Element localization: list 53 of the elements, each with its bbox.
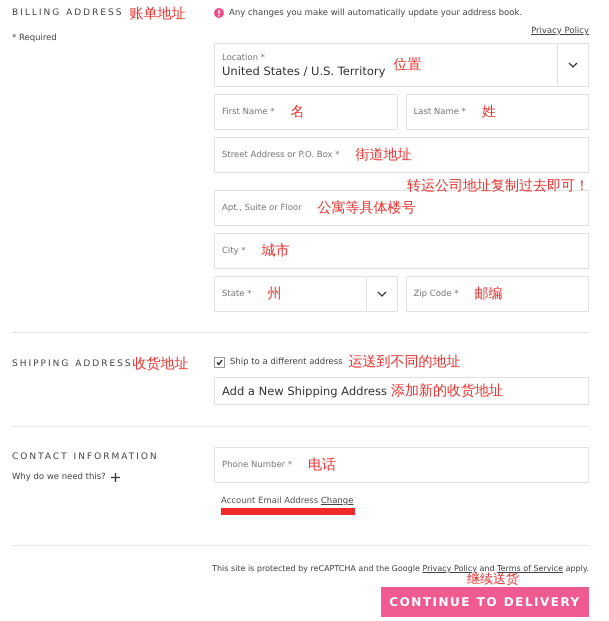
alert-icon <box>214 8 224 18</box>
field-label: Last Name * <box>414 107 466 117</box>
chevron-down-icon <box>376 291 386 297</box>
annotation: 收货地址 <box>132 355 189 373</box>
privacy-policy-link[interactable]: Privacy Policy <box>531 26 589 36</box>
annotation: 继续送货 <box>467 573 519 587</box>
privacy-policy-link[interactable]: Privacy Policy <box>422 564 477 573</box>
field-label: First Name * <box>222 107 275 117</box>
field-label: City * <box>222 246 246 256</box>
required-note: * Required <box>12 33 58 43</box>
help-link[interactable]: Why do we need this? <box>12 472 106 482</box>
annotation: 邮编 <box>474 285 502 303</box>
annotation: 城市 <box>262 242 290 260</box>
field-label: Zip Code * <box>414 289 458 299</box>
field-label: Location * <box>222 52 266 62</box>
check-icon <box>216 358 223 366</box>
annotation: 运送到不同的地址 <box>348 353 461 371</box>
input-field[interactable]: First Name * 名 <box>214 94 398 130</box>
annotation: 添加新的收货地址 <box>390 382 503 400</box>
input-field[interactable]: Phone Number * 电话 <box>214 447 589 483</box>
annotation: 公寓等具体楼号 <box>318 199 416 217</box>
field-label: Street Address or P.O. Box * <box>222 150 340 160</box>
section-heading: BILLING ADDRESS <box>12 8 124 18</box>
input-field[interactable]: Street Address or P.O. Box * 街道地址 <box>214 137 589 173</box>
section-heading: SHIPPING ADDRESS <box>12 359 133 369</box>
ship-checkbox[interactable]: Ship to a different address <box>214 356 343 368</box>
annotation: 街道地址 <box>356 146 412 164</box>
field-value: United States / U.S. Territory <box>222 64 386 78</box>
section-heading: CONTACT INFORMATION <box>12 452 160 462</box>
annotation: 账单地址 <box>129 5 186 23</box>
select-field[interactable]: State * 州 <box>214 276 398 312</box>
input-field[interactable]: City * 城市 <box>214 233 589 269</box>
change-link[interactable]: Change <box>320 496 354 506</box>
annotation: 州 <box>267 285 282 303</box>
chevron-down-icon <box>568 62 578 68</box>
input-field[interactable]: Last Name * 姓 <box>406 94 589 130</box>
terms-link[interactable]: Terms of Service <box>497 564 564 573</box>
annotation: 名 <box>290 103 305 121</box>
notice-text: Any changes you make will automatically update your address book. <box>229 8 522 18</box>
shipping-address-select[interactable]: Add a New Shipping Address 添加新的收货地址 <box>214 377 589 405</box>
field-label: Apt., Suite or Floor <box>222 203 302 213</box>
input-field[interactable]: Zip Code * 邮编 <box>406 276 589 312</box>
annotation: 姓 <box>482 103 496 121</box>
annotation: 电话 <box>308 456 336 474</box>
plus-icon[interactable] <box>110 472 120 482</box>
select-field[interactable]: Location * United States / U.S. Territory 位置 <box>214 43 589 87</box>
field-label: Phone Number * <box>222 460 292 470</box>
email-label: Account Email Address Change <box>221 496 354 506</box>
field-value: Add a New Shipping Address <box>222 384 387 398</box>
annotation: 位置 <box>393 56 422 74</box>
field-label: State * <box>222 289 252 299</box>
continue-button[interactable]: CONTINUE TO DELIVERY <box>381 587 589 617</box>
recaptcha-notice: This site is protected by reCAPTCHA and the Google Privacy Policy and Terms of Service apply. <box>212 564 589 573</box>
